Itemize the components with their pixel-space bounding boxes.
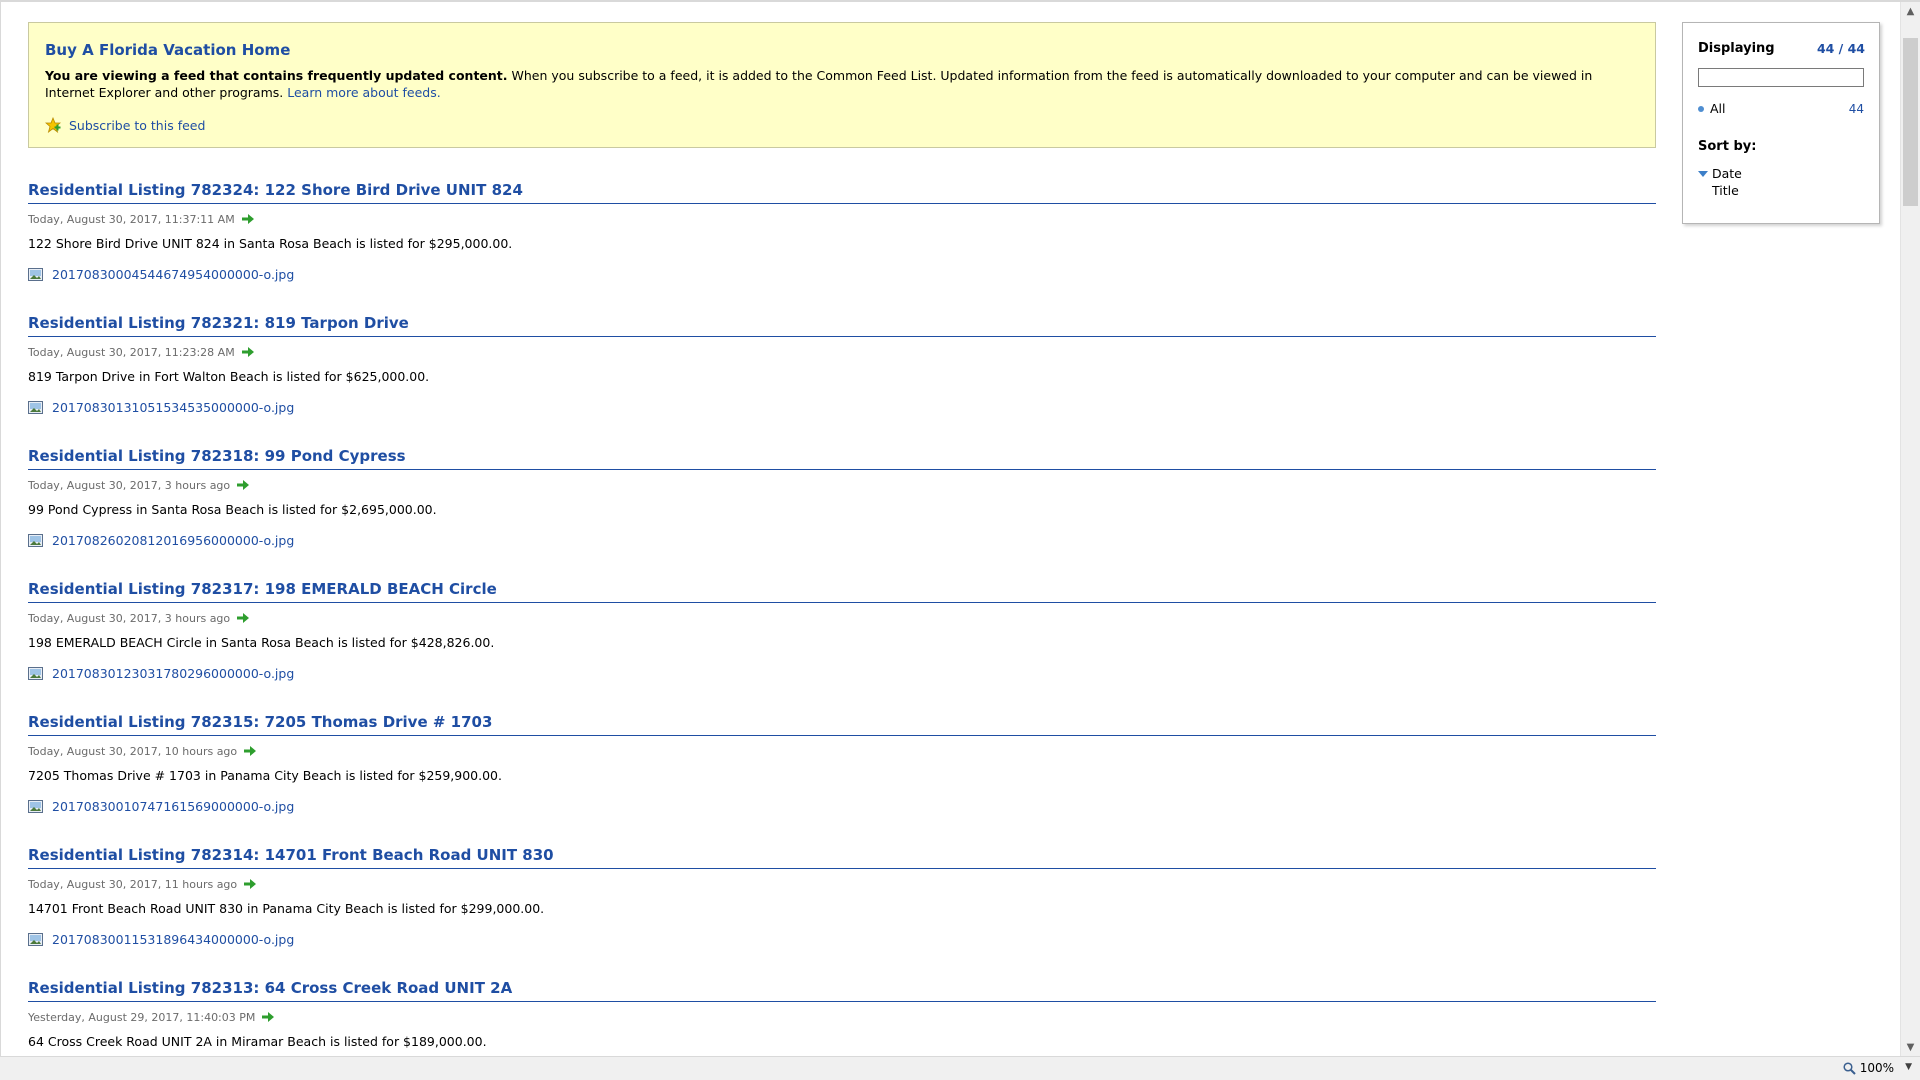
listing-meta: Yesterday, August 29, 2017, 11:40:03 PM bbox=[28, 1009, 1656, 1025]
sort-by-date[interactable]: Date bbox=[1698, 166, 1742, 181]
feed-content: Buy A Florida Vacation Home You are view… bbox=[0, 2, 1901, 1056]
listing-date: Today, August 30, 2017, 10 hours ago bbox=[28, 744, 238, 758]
filter-all-item[interactable]: All 44 bbox=[1698, 101, 1864, 116]
listing-description: 198 EMERALD BEACH Circle in Santa Rosa B… bbox=[28, 635, 495, 650]
listing-enclosure[interactable]: 20170830010747161569000000-o.jpg bbox=[28, 798, 1656, 814]
listing-title[interactable]: Residential Listing 782314: 14701 Front … bbox=[28, 845, 1656, 869]
listing-title-link[interactable]: Residential Listing 782324: 122 Shore Bi… bbox=[28, 181, 523, 199]
listing-enclosure[interactable]: 20170830123031780296000000-o.jpg bbox=[28, 665, 1656, 681]
listing-title[interactable]: Residential Listing 782313: 64 Cross Cre… bbox=[28, 978, 1656, 1002]
listing-title[interactable]: Residential Listing 782324: 122 Shore Bi… bbox=[28, 180, 1656, 204]
go-arrow-icon[interactable] bbox=[243, 878, 257, 890]
listing-meta: Today, August 30, 2017, 10 hours ago bbox=[28, 743, 1656, 759]
zoom-level: 100% bbox=[1859, 1061, 1894, 1075]
sort-date-label: Date bbox=[1712, 166, 1742, 181]
image-file-icon bbox=[28, 799, 43, 813]
filter-all-count: 44 bbox=[1848, 101, 1864, 116]
listing-description: 64 Cross Creek Road UNIT 2A in Miramar B… bbox=[28, 1034, 487, 1049]
sort-descending-icon bbox=[1698, 170, 1708, 177]
listing-enclosure[interactable]: 20170830131051534535000000-o.jpg bbox=[28, 399, 1656, 415]
learn-more-link[interactable]: Learn more about feeds. bbox=[287, 85, 441, 100]
image-file-icon bbox=[28, 533, 43, 547]
listing-title-link[interactable]: Residential Listing 782321: 819 Tarpon D… bbox=[28, 314, 409, 332]
listing-date: Today, August 30, 2017, 3 hours ago bbox=[28, 478, 231, 492]
listing-description: 7205 Thomas Drive # 1703 in Panama City … bbox=[28, 768, 502, 783]
listing-item: Residential Listing 782318: 99 Pond Cypr… bbox=[28, 446, 1656, 548]
listing-title-link[interactable]: Residential Listing 782313: 64 Cross Cre… bbox=[28, 979, 512, 997]
listing-title[interactable]: Residential Listing 782317: 198 EMERALD … bbox=[28, 579, 1656, 603]
feed-description: You are viewing a feed that contains fre… bbox=[45, 67, 1635, 101]
listing-meta: Today, August 30, 2017, 11:37:11 AM bbox=[28, 211, 1656, 227]
scroll-up-icon[interactable]: ▲ bbox=[1901, 2, 1920, 20]
go-arrow-icon[interactable] bbox=[261, 1011, 275, 1023]
listing-enclosure[interactable]: 20170830004544674954000000-o.jpg bbox=[28, 266, 1656, 282]
listing-meta: Today, August 30, 2017, 11 hours ago bbox=[28, 876, 1656, 892]
filter-search-input[interactable] bbox=[1698, 68, 1864, 87]
image-file-icon bbox=[28, 932, 43, 946]
listing-meta: Today, August 30, 2017, 11:23:28 AM bbox=[28, 344, 1656, 360]
go-arrow-icon[interactable] bbox=[241, 213, 255, 225]
feed-info-box: Buy A Florida Vacation Home You are view… bbox=[28, 22, 1656, 148]
enclosure-link[interactable]: 20170830010747161569000000-o.jpg bbox=[52, 799, 294, 814]
listing-item: Residential Listing 782321: 819 Tarpon D… bbox=[28, 313, 1656, 415]
listing-title[interactable]: Residential Listing 782318: 99 Pond Cypr… bbox=[28, 446, 1656, 470]
zoom-dropdown-icon[interactable]: ▼ bbox=[1905, 1062, 1912, 1072]
subscribe-star-icon bbox=[45, 117, 61, 133]
feed-title: Buy A Florida Vacation Home bbox=[45, 41, 291, 59]
zoom-control[interactable]: 100% bbox=[1843, 1061, 1894, 1075]
listing-item: Residential Listing 782315: 7205 Thomas … bbox=[28, 712, 1656, 814]
displaying-count: 44 / 44 bbox=[1816, 41, 1865, 56]
go-arrow-icon[interactable] bbox=[236, 479, 250, 491]
listing-item: Residential Listing 782314: 14701 Front … bbox=[28, 845, 1656, 947]
listing-item: Residential Listing 782317: 198 EMERALD … bbox=[28, 579, 1656, 681]
listing-description: 14701 Front Beach Road UNIT 830 in Panam… bbox=[28, 901, 545, 916]
scroll-thumb[interactable] bbox=[1903, 38, 1918, 206]
subscribe-button[interactable]: Subscribe to this feed bbox=[45, 117, 205, 133]
go-arrow-icon[interactable] bbox=[243, 745, 257, 757]
listing-date: Today, August 30, 2017, 11 hours ago bbox=[28, 877, 238, 891]
sort-by-label: Sort by: bbox=[1698, 139, 1757, 154]
listing-description: 99 Pond Cypress in Santa Rosa Beach is l… bbox=[28, 502, 437, 517]
listing-item: Residential Listing 782324: 122 Shore Bi… bbox=[28, 180, 1656, 282]
enclosure-link[interactable]: 20170830123031780296000000-o.jpg bbox=[52, 666, 294, 681]
listing-title[interactable]: Residential Listing 782321: 819 Tarpon D… bbox=[28, 313, 1656, 337]
listing-date: Yesterday, August 29, 2017, 11:40:03 PM bbox=[28, 1010, 256, 1024]
subscribe-link[interactable]: Subscribe to this feed bbox=[69, 118, 205, 133]
sort-by-title[interactable]: Title bbox=[1712, 183, 1739, 198]
enclosure-link[interactable]: 20170830131051534535000000-o.jpg bbox=[52, 400, 294, 415]
listing-title-link[interactable]: Residential Listing 782318: 99 Pond Cypr… bbox=[28, 447, 406, 465]
go-arrow-icon[interactable] bbox=[236, 612, 250, 624]
listing-title[interactable]: Residential Listing 782315: 7205 Thomas … bbox=[28, 712, 1656, 736]
filter-all-label: All bbox=[1710, 101, 1726, 116]
bullet-icon bbox=[1698, 105, 1704, 112]
zoom-magnifier-icon bbox=[1843, 1061, 1856, 1075]
image-file-icon bbox=[28, 400, 43, 414]
listing-enclosure[interactable]: 20170826020812016956000000-o.jpg bbox=[28, 532, 1656, 548]
enclosure-link[interactable]: 20170826020812016956000000-o.jpg bbox=[52, 533, 294, 548]
listing-meta: Today, August 30, 2017, 3 hours ago bbox=[28, 477, 1656, 493]
image-file-icon bbox=[28, 267, 43, 281]
listing-meta: Today, August 30, 2017, 3 hours ago bbox=[28, 610, 1656, 626]
listing-title-link[interactable]: Residential Listing 782314: 14701 Front … bbox=[28, 846, 554, 864]
displaying-label: Displaying bbox=[1698, 41, 1775, 56]
listing-title-link[interactable]: Residential Listing 782315: 7205 Thomas … bbox=[28, 713, 492, 731]
listing-date: Today, August 30, 2017, 11:37:11 AM bbox=[28, 212, 235, 226]
listing-item: Residential Listing 782313: 64 Cross Cre… bbox=[28, 978, 1656, 1050]
feed-description-bold: You are viewing a feed that contains fre… bbox=[45, 68, 508, 83]
status-bar: 100% ▼ bbox=[0, 1056, 1920, 1080]
listing-enclosure[interactable]: 20170830011531896434000000-o.jpg bbox=[28, 931, 1656, 947]
vertical-scrollbar[interactable]: ▲ ▼ bbox=[1900, 2, 1920, 1056]
listing-description: 122 Shore Bird Drive UNIT 824 in Santa R… bbox=[28, 236, 513, 251]
listing-date: Today, August 30, 2017, 11:23:28 AM bbox=[28, 345, 235, 359]
filter-panel: Displaying 44 / 44 All 44 Sort by: Date … bbox=[1682, 22, 1880, 224]
listing-date: Today, August 30, 2017, 3 hours ago bbox=[28, 611, 231, 625]
listing-title-link[interactable]: Residential Listing 782317: 198 EMERALD … bbox=[28, 580, 497, 598]
go-arrow-icon[interactable] bbox=[241, 346, 255, 358]
scroll-down-icon[interactable]: ▼ bbox=[1901, 1038, 1920, 1056]
image-file-icon bbox=[28, 666, 43, 680]
listing-description: 819 Tarpon Drive in Fort Walton Beach is… bbox=[28, 369, 430, 384]
enclosure-link[interactable]: 20170830004544674954000000-o.jpg bbox=[52, 267, 294, 282]
enclosure-link[interactable]: 20170830011531896434000000-o.jpg bbox=[52, 932, 294, 947]
